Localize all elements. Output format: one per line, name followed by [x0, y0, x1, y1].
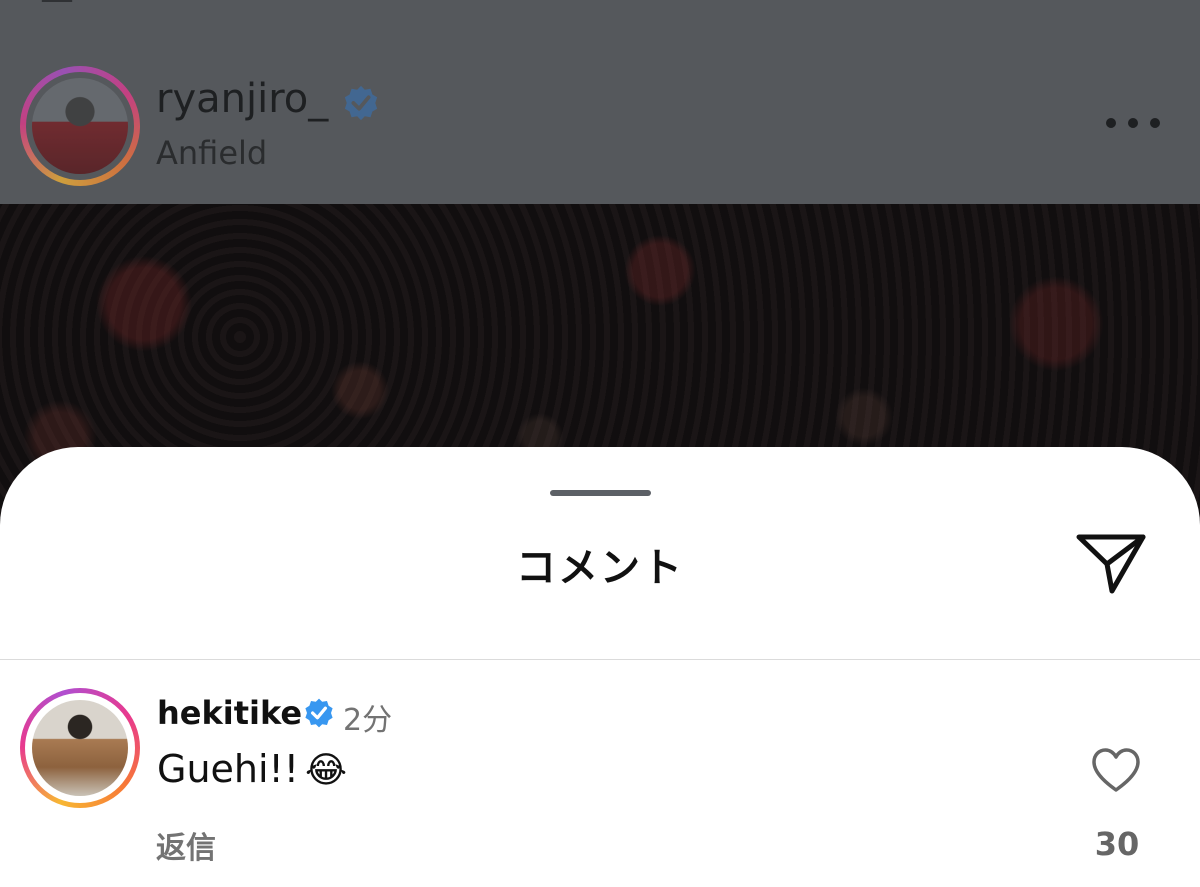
- heart-icon[interactable]: [1090, 747, 1142, 793]
- reply-button[interactable]: 返信: [156, 823, 216, 867]
- more-horizontal-icon[interactable]: [1106, 112, 1160, 134]
- comment-text: Guehi!! 😂: [157, 747, 347, 791]
- post-header: — ryanjiro_ Anfield: [0, 0, 1200, 204]
- comment-avatar[interactable]: [20, 688, 140, 808]
- avatar-photo: [32, 700, 128, 796]
- verified-badge-icon: [305, 698, 333, 728]
- post-username[interactable]: ryanjiro_: [156, 76, 328, 122]
- comment-body: Guehi!!: [157, 747, 300, 791]
- post-author-avatar[interactable]: [20, 66, 140, 186]
- like-count: 30: [1094, 825, 1140, 863]
- divider: [0, 659, 1200, 660]
- avatar-photo: [32, 78, 128, 174]
- laughing-emoji-icon: 😂: [305, 750, 348, 791]
- comment-username[interactable]: hekitike: [157, 694, 302, 732]
- send-icon[interactable]: [1074, 531, 1148, 597]
- post-location[interactable]: Anfield: [156, 134, 267, 172]
- verified-badge-icon: [344, 85, 378, 121]
- comments-sheet: コメント hekitike 2分 Guehi!! 😂 返信 30: [0, 447, 1200, 887]
- sheet-drag-handle[interactable]: [550, 490, 651, 496]
- cropped-caption-text: —: [40, 0, 75, 18]
- sheet-title: コメント: [516, 545, 684, 591]
- comment-timestamp: 2分: [343, 703, 393, 738]
